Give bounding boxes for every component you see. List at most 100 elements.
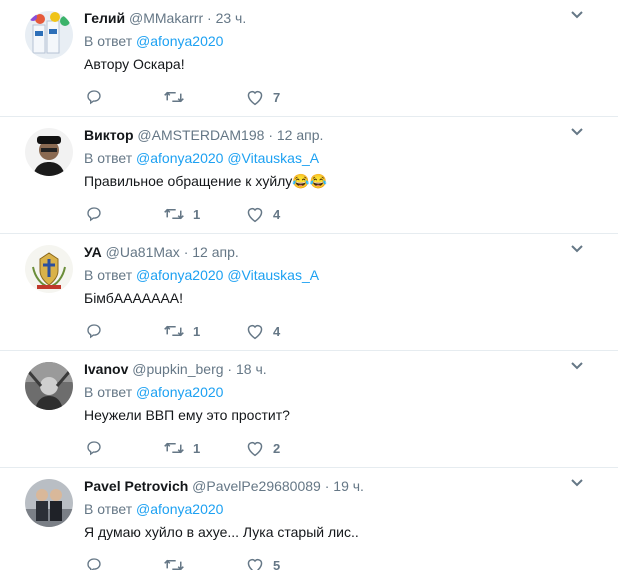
tweet[interactable]: Виктор @AMSTERDAM198 · 12 апр. В ответ @… (0, 117, 618, 234)
mention-link[interactable]: @Vitauskas_A (227, 150, 319, 166)
tweet-header: Ivanov @pupkin_berg · 18 ч. (84, 361, 267, 377)
timestamp[interactable]: 12 апр. (277, 127, 324, 143)
separator-dot: · (268, 127, 273, 143)
reply-icon (87, 441, 101, 456)
reply-prefix: В ответ (84, 384, 133, 400)
retweet-icon (164, 325, 184, 337)
mention-link[interactable]: @afonya2020 (136, 501, 223, 517)
chevron-down-icon[interactable] (569, 477, 585, 489)
reply-context: В ответ @afonya2020 (84, 501, 223, 517)
reply-prefix: В ответ (84, 267, 133, 283)
avatar[interactable] (25, 362, 73, 410)
tweet-text: Неужели ВВП ему это простит? (84, 407, 290, 423)
mention-link[interactable]: @afonya2020 (136, 150, 223, 166)
chevron-down-icon[interactable] (569, 243, 585, 255)
heart-icon (247, 324, 263, 340)
timestamp[interactable]: 19 ч. (333, 478, 364, 494)
reply-context: В ответ @afonya2020 @Vitauskas_A (84, 267, 319, 283)
retweet-icon (164, 208, 184, 220)
reply-icon (87, 558, 101, 570)
mention-link[interactable]: @afonya2020 (136, 267, 223, 283)
user-handle[interactable]: @pupkin_berg (132, 361, 223, 377)
tweet[interactable]: Ivanov @pupkin_berg · 18 ч. В ответ @afo… (0, 351, 618, 468)
reply-prefix: В ответ (84, 33, 133, 49)
retweet-button[interactable] (163, 87, 193, 107)
retweet-icon (164, 442, 184, 454)
retweet-button[interactable]: 1 (163, 438, 200, 458)
retweet-count: 1 (193, 440, 201, 456)
reply-icon (87, 324, 101, 339)
like-count: 2 (273, 440, 281, 456)
heart-icon (247, 441, 263, 457)
like-count: 7 (273, 89, 281, 105)
user-handle[interactable]: @MMakarrr (129, 10, 203, 26)
mention-link[interactable]: @Vitauskas_A (227, 267, 319, 283)
like-count: 4 (273, 323, 281, 339)
tweet-text: Автору Оскара! (84, 56, 185, 72)
heart-icon (247, 558, 263, 570)
tweet[interactable]: Гелий @MMakarrr · 23 ч. В ответ @afonya2… (0, 0, 618, 117)
tweet-actions: 1 4 (84, 204, 384, 224)
display-name[interactable]: Виктор (84, 127, 134, 143)
like-button[interactable]: 4 (245, 321, 280, 341)
display-name[interactable]: Pavel Petrovich (84, 478, 188, 494)
timestamp[interactable]: 18 ч. (236, 361, 267, 377)
tweet-actions: 5 (84, 555, 384, 570)
separator-dot: · (207, 10, 212, 26)
reply-button[interactable] (85, 321, 103, 341)
heart-icon (247, 90, 263, 106)
user-handle[interactable]: @Ua81Max (106, 244, 180, 260)
mention-link[interactable]: @afonya2020 (136, 33, 223, 49)
retweet-icon (164, 559, 184, 570)
heart-icon (247, 207, 263, 223)
timestamp[interactable]: 23 ч. (216, 10, 247, 26)
separator-dot: · (324, 478, 330, 494)
tweet-text: Я думаю хуйло в ахуе... Лука старый лис.… (84, 524, 359, 540)
retweet-button[interactable]: 1 (163, 321, 200, 341)
reply-button[interactable] (85, 438, 103, 458)
avatar[interactable] (25, 479, 73, 527)
avatar[interactable] (25, 245, 73, 293)
tweet-header: Pavel Petrovich @PavelPe29680089 · 19 ч. (84, 478, 364, 494)
display-name[interactable]: Ivanov (84, 361, 128, 377)
retweet-button[interactable]: 1 (163, 204, 200, 224)
timestamp[interactable]: 12 апр. (192, 244, 239, 260)
avatar[interactable] (25, 128, 73, 176)
separator-dot: · (183, 244, 189, 260)
reply-icon (87, 207, 101, 222)
like-button[interactable]: 4 (245, 204, 280, 224)
tweet-header: Виктор @AMSTERDAM198 · 12 апр. (84, 127, 323, 143)
like-button[interactable]: 2 (245, 438, 280, 458)
display-name[interactable]: Гелий (84, 10, 125, 26)
tweet-header: Гелий @MMakarrr · 23 ч. (84, 10, 246, 26)
reply-button[interactable] (85, 204, 103, 224)
like-button[interactable]: 5 (245, 555, 280, 570)
mention-link[interactable]: @afonya2020 (136, 384, 223, 400)
tweet[interactable]: Pavel Petrovich @PavelPe29680089 · 19 ч.… (0, 468, 618, 570)
avatar[interactable] (25, 11, 73, 59)
retweet-count: 1 (193, 206, 201, 222)
like-count: 5 (273, 557, 281, 570)
user-handle[interactable]: @AMSTERDAM198 (137, 127, 264, 143)
reply-prefix: В ответ (84, 150, 133, 166)
separator-dot: · (227, 361, 233, 377)
tweet-actions: 1 2 (84, 438, 384, 458)
chevron-down-icon[interactable] (569, 126, 585, 138)
reply-button[interactable] (85, 87, 103, 107)
display-name[interactable]: УА (84, 244, 102, 260)
reply-button[interactable] (85, 555, 103, 570)
chevron-down-icon[interactable] (569, 360, 585, 372)
tweet-actions: 1 4 (84, 321, 384, 341)
retweet-icon (164, 91, 184, 103)
reply-context: В ответ @afonya2020 (84, 384, 223, 400)
tweet-text: БімбАААААAA! (84, 290, 184, 306)
like-button[interactable]: 7 (245, 87, 280, 107)
tweet[interactable]: УА @Ua81Max · 12 апр. В ответ @afonya202… (0, 234, 618, 351)
tweet-text: Правильное обращение к хуйлу😂😂 (84, 173, 328, 189)
reply-prefix: В ответ (84, 501, 133, 517)
retweet-button[interactable] (163, 555, 193, 570)
user-handle[interactable]: @PavelPe29680089 (192, 478, 321, 494)
chevron-down-icon[interactable] (569, 9, 585, 21)
retweet-count: 1 (193, 323, 201, 339)
reply-context: В ответ @afonya2020 (84, 33, 223, 49)
